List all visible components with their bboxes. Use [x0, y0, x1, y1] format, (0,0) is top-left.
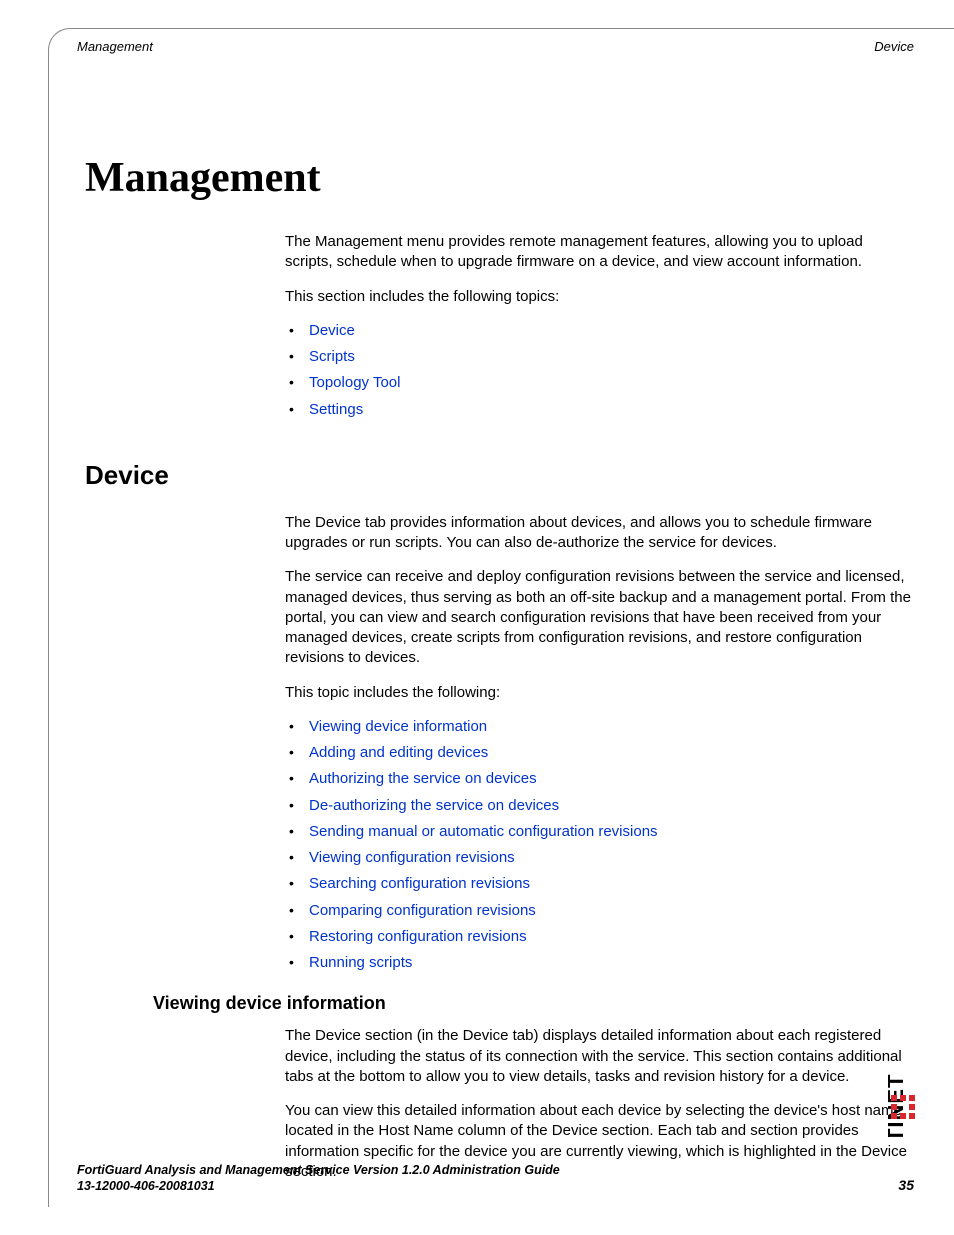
page-footer: FortiGuard Analysis and Management Servi…	[77, 1163, 914, 1193]
fortinet-logo: F RTINET	[888, 947, 918, 1137]
link-running-scripts[interactable]: Running scripts	[309, 954, 412, 971]
link-comparing-config-revisions[interactable]: Comparing configuration revisions	[309, 902, 536, 919]
topics-list: Device Scripts Topology Tool Settings	[285, 321, 914, 420]
page-title: Management	[85, 154, 914, 202]
viewing-block: The Device section (in the Device tab) d…	[285, 1026, 914, 1182]
device-links-list: Viewing device information Adding and ed…	[285, 717, 914, 974]
link-device[interactable]: Device	[309, 322, 355, 339]
link-viewing-config-revisions[interactable]: Viewing configuration revisions	[309, 849, 515, 866]
header-left: Management	[77, 39, 153, 54]
link-deauthorizing-service[interactable]: De-authorizing the service on devices	[309, 797, 559, 814]
list-item: Settings	[285, 400, 914, 420]
link-searching-config-revisions[interactable]: Searching configuration revisions	[309, 875, 530, 892]
device-block: The Device tab provides information abou…	[285, 513, 914, 974]
page-number: 35	[898, 1177, 914, 1193]
intro-block: The Management menu provides remote mana…	[285, 232, 914, 420]
list-item: Running scripts	[285, 953, 914, 973]
device-paragraph-1: The Device tab provides information abou…	[285, 513, 914, 554]
viewing-heading: Viewing device information	[153, 993, 914, 1014]
footer-line-1: FortiGuard Analysis and Management Servi…	[77, 1163, 914, 1177]
list-item: De-authorizing the service on devices	[285, 796, 914, 816]
content-area: Management The Management menu provides …	[49, 54, 954, 1182]
list-item: Viewing configuration revisions	[285, 848, 914, 868]
list-item: Searching configuration revisions	[285, 874, 914, 894]
link-viewing-device-information[interactable]: Viewing device information	[309, 718, 487, 735]
link-adding-editing-devices[interactable]: Adding and editing devices	[309, 744, 488, 761]
device-paragraph-2: The service can receive and deploy confi…	[285, 567, 914, 668]
list-item: Comparing configuration revisions	[285, 901, 914, 921]
device-heading: Device	[85, 460, 914, 491]
list-item: Viewing device information	[285, 717, 914, 737]
viewing-paragraph-1: The Device section (in the Device tab) d…	[285, 1026, 914, 1087]
intro-paragraph-2: This section includes the following topi…	[285, 287, 914, 307]
footer-line-2: 13-12000-406-20081031	[77, 1179, 215, 1193]
device-paragraph-3: This topic includes the following:	[285, 683, 914, 703]
link-sending-config-revisions[interactable]: Sending manual or automatic configuratio…	[309, 823, 658, 840]
list-item: Topology Tool	[285, 373, 914, 393]
running-header: Management Device	[49, 29, 954, 54]
list-item: Restoring configuration revisions	[285, 927, 914, 947]
intro-paragraph-1: The Management menu provides remote mana…	[285, 232, 914, 273]
list-item: Authorizing the service on devices	[285, 769, 914, 789]
list-item: Adding and editing devices	[285, 743, 914, 763]
list-item: Device	[285, 321, 914, 341]
list-item: Scripts	[285, 347, 914, 367]
link-topology-tool[interactable]: Topology Tool	[309, 374, 400, 391]
link-scripts[interactable]: Scripts	[309, 348, 355, 365]
header-right: Device	[874, 39, 914, 54]
page-frame: Management Device Management The Managem…	[48, 28, 954, 1207]
link-settings[interactable]: Settings	[309, 401, 363, 418]
link-authorizing-service[interactable]: Authorizing the service on devices	[309, 770, 537, 787]
list-item: Sending manual or automatic configuratio…	[285, 822, 914, 842]
link-restoring-config-revisions[interactable]: Restoring configuration revisions	[309, 928, 527, 945]
